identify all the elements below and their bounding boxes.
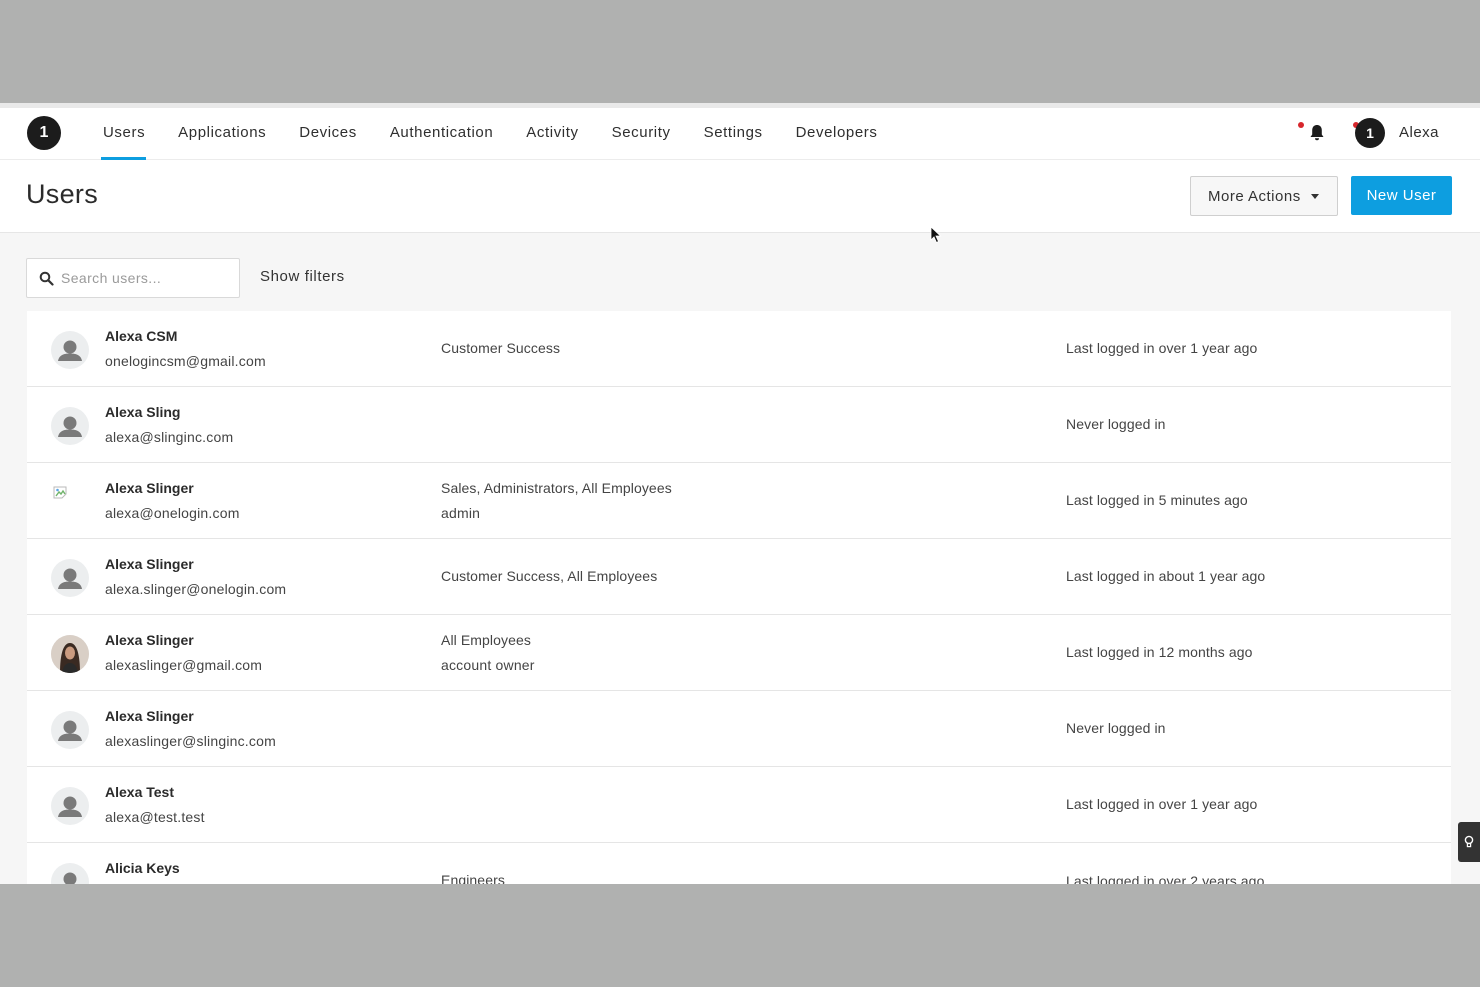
user-row[interactable]: Alexa Slinger alexa@onelogin.com Sales, Ad… [27, 463, 1451, 539]
user-placeholder-icon [51, 407, 89, 445]
show-filters-link[interactable]: Show filters [260, 268, 345, 285]
last-login-status: Last logged in about 1 year ago [1066, 568, 1266, 584]
user-email: alexaslinger@slinginc.com [105, 733, 276, 749]
app-window: 1 Users Applications Devices Authentication… [0, 103, 1480, 884]
user-email: alexa@onelogin.com [105, 505, 240, 521]
user-menu-name[interactable]: Alexa [1399, 108, 1439, 158]
top-navigation: 1 Users Applications Devices Authentication… [0, 108, 1480, 160]
nav-tabs: Users Applications Devices Authentication Ac… [86, 108, 893, 160]
user-email: alexa.slinger@onelogin.com [105, 581, 287, 597]
last-login-status: Never logged in [1066, 416, 1166, 432]
tab-activity[interactable]: Activity [509, 108, 594, 160]
user-placeholder-icon [51, 787, 89, 825]
user-list: Alexa CSM onelogincsm@gmail.com Customer S… [27, 311, 1451, 884]
user-name[interactable]: Alexa Slinger [105, 556, 194, 572]
user-name[interactable]: Alicia Keys [105, 860, 180, 876]
onelogin-logo[interactable]: 1 [27, 116, 61, 150]
user-avatar-text: 1 [1366, 125, 1374, 141]
last-login-status: Last logged in over 1 year ago [1066, 796, 1258, 812]
tab-authentication[interactable]: Authentication [373, 108, 509, 160]
user-placeholder-icon [51, 711, 89, 749]
user-email: alexaslinger@gmail.com [105, 657, 263, 673]
user-row[interactable]: Alexa Slinger alexaslinger@slinginc.com Ne… [27, 691, 1451, 767]
user-placeholder-icon [51, 559, 89, 597]
bell-icon[interactable] [1309, 124, 1325, 142]
user-email: alexa@test.test [105, 809, 205, 825]
last-login-status: Last logged in 12 months ago [1066, 644, 1253, 660]
user-name[interactable]: Alexa Slinger [105, 480, 194, 496]
user-row[interactable]: Alexa CSM onelogincsm@gmail.com Customer S… [27, 311, 1451, 387]
tab-devices[interactable]: Devices [282, 108, 373, 160]
last-login-status: Last logged in 5 minutes ago [1066, 492, 1248, 508]
logo-text: 1 [39, 124, 49, 141]
user-photo-avatar [51, 635, 89, 673]
user-name[interactable]: Alexa Slinger [105, 708, 194, 724]
new-user-button[interactable]: New User [1351, 176, 1452, 215]
help-tab[interactable] [1458, 822, 1480, 862]
tab-developers[interactable]: Developers [779, 108, 894, 160]
user-role: account owner [441, 657, 535, 673]
search-icon [39, 271, 54, 286]
user-row[interactable]: Alexa Test alexa@test.test Last logged in … [27, 767, 1451, 843]
user-name[interactable]: Alexa CSM [105, 328, 177, 344]
user-row[interactable]: Alexa Slinger alexa.slinger@onelogin.com C… [27, 539, 1451, 615]
user-groups: Customer Success [441, 340, 561, 356]
user-groups: Sales, Administrators, All Employees [441, 480, 672, 496]
user-email: alexa@slinginc.com [105, 429, 234, 445]
broken-image-icon [52, 485, 70, 503]
tab-security[interactable]: Security [595, 108, 687, 160]
user-groups: All Employees [441, 632, 532, 648]
mouse-cursor-icon [930, 226, 942, 244]
user-placeholder-icon [51, 331, 89, 369]
caret-down-icon [1310, 193, 1319, 199]
tab-settings[interactable]: Settings [687, 108, 779, 160]
user-row[interactable]: Alicia Keys Engineers Last logged in over … [27, 843, 1451, 884]
user-placeholder-icon [51, 863, 89, 884]
user-name[interactable]: Alexa Sling [105, 404, 180, 420]
notification-dot [1298, 122, 1304, 128]
user-row[interactable]: Alexa Sling alexa@slinginc.com Never logge… [27, 387, 1451, 463]
user-name[interactable]: Alexa Test [105, 784, 174, 800]
search-input[interactable] [61, 259, 236, 297]
lightbulb-icon [1464, 835, 1474, 848]
user-email: onelogincsm@gmail.com [105, 353, 266, 369]
page-title: Users [26, 179, 99, 209]
user-groups: Customer Success, All Employees [441, 568, 658, 584]
more-actions-label: More Actions [1208, 187, 1301, 205]
last-login-status: Last logged in over 1 year ago [1066, 340, 1258, 356]
page-header: Users More Actions New User [0, 160, 1480, 233]
more-actions-button[interactable]: More Actions [1190, 176, 1338, 216]
last-login-status: Last logged in over 2 years ago [1066, 873, 1265, 884]
search-box [26, 258, 240, 298]
user-row[interactable]: Alexa Slinger alexaslinger@gmail.com All E… [27, 615, 1451, 691]
last-login-status: Never logged in [1066, 720, 1166, 736]
tab-users[interactable]: Users [86, 108, 161, 160]
tab-applications[interactable]: Applications [161, 108, 282, 160]
user-role: admin [441, 505, 481, 521]
user-groups: Engineers [441, 872, 505, 884]
user-avatar[interactable]: 1 [1355, 118, 1385, 148]
user-name[interactable]: Alexa Slinger [105, 632, 194, 648]
